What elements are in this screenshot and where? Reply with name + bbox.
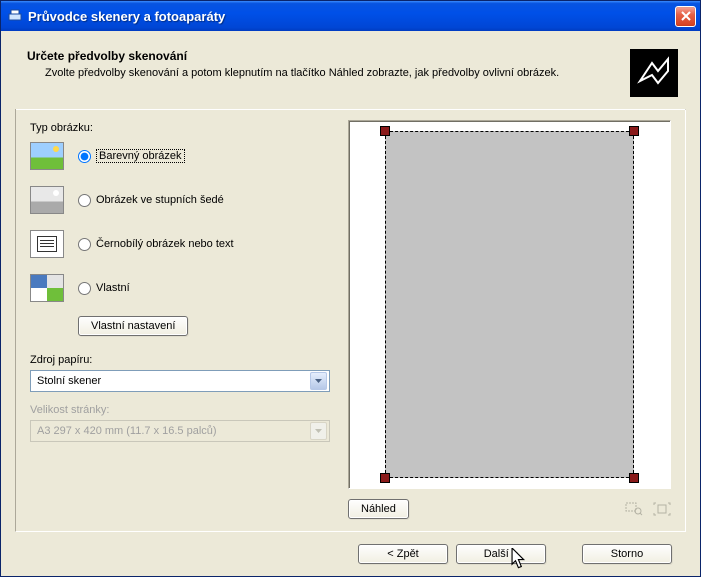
crop-handle-tl[interactable] (380, 126, 390, 136)
paper-source-label: Zdroj papíru: (30, 354, 330, 366)
paper-source-combo[interactable]: Stolní skener (30, 370, 330, 392)
titlebar[interactable]: Průvodce skenery a fotoaparáty (1, 1, 700, 31)
preview-controls: Náhled (348, 499, 671, 519)
right-panel: Náhled (348, 120, 671, 519)
page-description: Zvolte předvolby skenování a potom klepn… (27, 66, 620, 81)
picture-type-label: Typ obrázku: (30, 122, 330, 134)
option-custom[interactable]: Vlastní (30, 274, 330, 302)
radio-bw[interactable] (78, 238, 91, 251)
zoom-selection-icon (625, 501, 643, 517)
custom-settings-button[interactable]: Vlastní nastavení (78, 316, 188, 336)
page-size-value: A3 297 x 420 mm (11.7 x 16.5 palců) (37, 425, 310, 437)
color-photo-icon (30, 142, 64, 170)
option-bw[interactable]: Černobílý obrázek nebo text (30, 230, 330, 258)
radio-custom[interactable] (78, 282, 91, 295)
option-grayscale-label: Obrázek ve stupních šedé (96, 194, 224, 206)
bw-text-icon (30, 230, 64, 258)
crop-handle-tr[interactable] (629, 126, 639, 136)
fit-page-icon (653, 501, 671, 517)
option-bw-label: Černobílý obrázek nebo text (96, 238, 234, 250)
window-title: Průvodce skenery a fotoaparáty (28, 9, 675, 24)
footer-buttons: < Zpět Další > Storno (15, 532, 686, 564)
paper-source-value: Stolní skener (37, 375, 310, 387)
wizard-icon (630, 49, 678, 97)
crop-region[interactable] (385, 131, 634, 478)
chevron-down-icon (310, 422, 327, 440)
crop-handle-br[interactable] (629, 473, 639, 483)
left-panel: Typ obrázku: Barevný obrázek Obrázek ve … (30, 120, 330, 519)
main-panel: Typ obrázku: Barevný obrázek Obrázek ve … (15, 109, 686, 532)
option-custom-label: Vlastní (96, 282, 130, 294)
back-button[interactable]: < Zpět (358, 544, 448, 564)
radio-color[interactable] (78, 150, 91, 163)
content-area: Určete předvolby skenování Zvolte předvo… (1, 31, 700, 576)
chevron-down-icon[interactable] (310, 372, 327, 390)
grayscale-photo-icon (30, 186, 64, 214)
crop-handle-bl[interactable] (380, 473, 390, 483)
preview-area[interactable] (348, 120, 671, 489)
option-color[interactable]: Barevný obrázek (30, 142, 330, 170)
option-grayscale[interactable]: Obrázek ve stupních šedé (30, 186, 330, 214)
page-size-label: Velikost stránky: (30, 404, 330, 416)
next-button[interactable]: Další > (456, 544, 546, 564)
page-size-combo: A3 297 x 420 mm (11.7 x 16.5 palců) (30, 420, 330, 442)
preview-button[interactable]: Náhled (348, 499, 409, 519)
custom-icon (30, 274, 64, 302)
radio-grayscale[interactable] (78, 194, 91, 207)
close-button[interactable] (675, 6, 696, 27)
app-icon (7, 8, 23, 24)
cancel-button[interactable]: Storno (582, 544, 672, 564)
page-title: Určete předvolby skenování (27, 49, 620, 63)
option-color-label: Barevný obrázek (96, 149, 185, 163)
wizard-window: Průvodce skenery a fotoaparáty Určete př… (0, 0, 701, 577)
header-area: Určete předvolby skenování Zvolte předvo… (15, 41, 686, 109)
